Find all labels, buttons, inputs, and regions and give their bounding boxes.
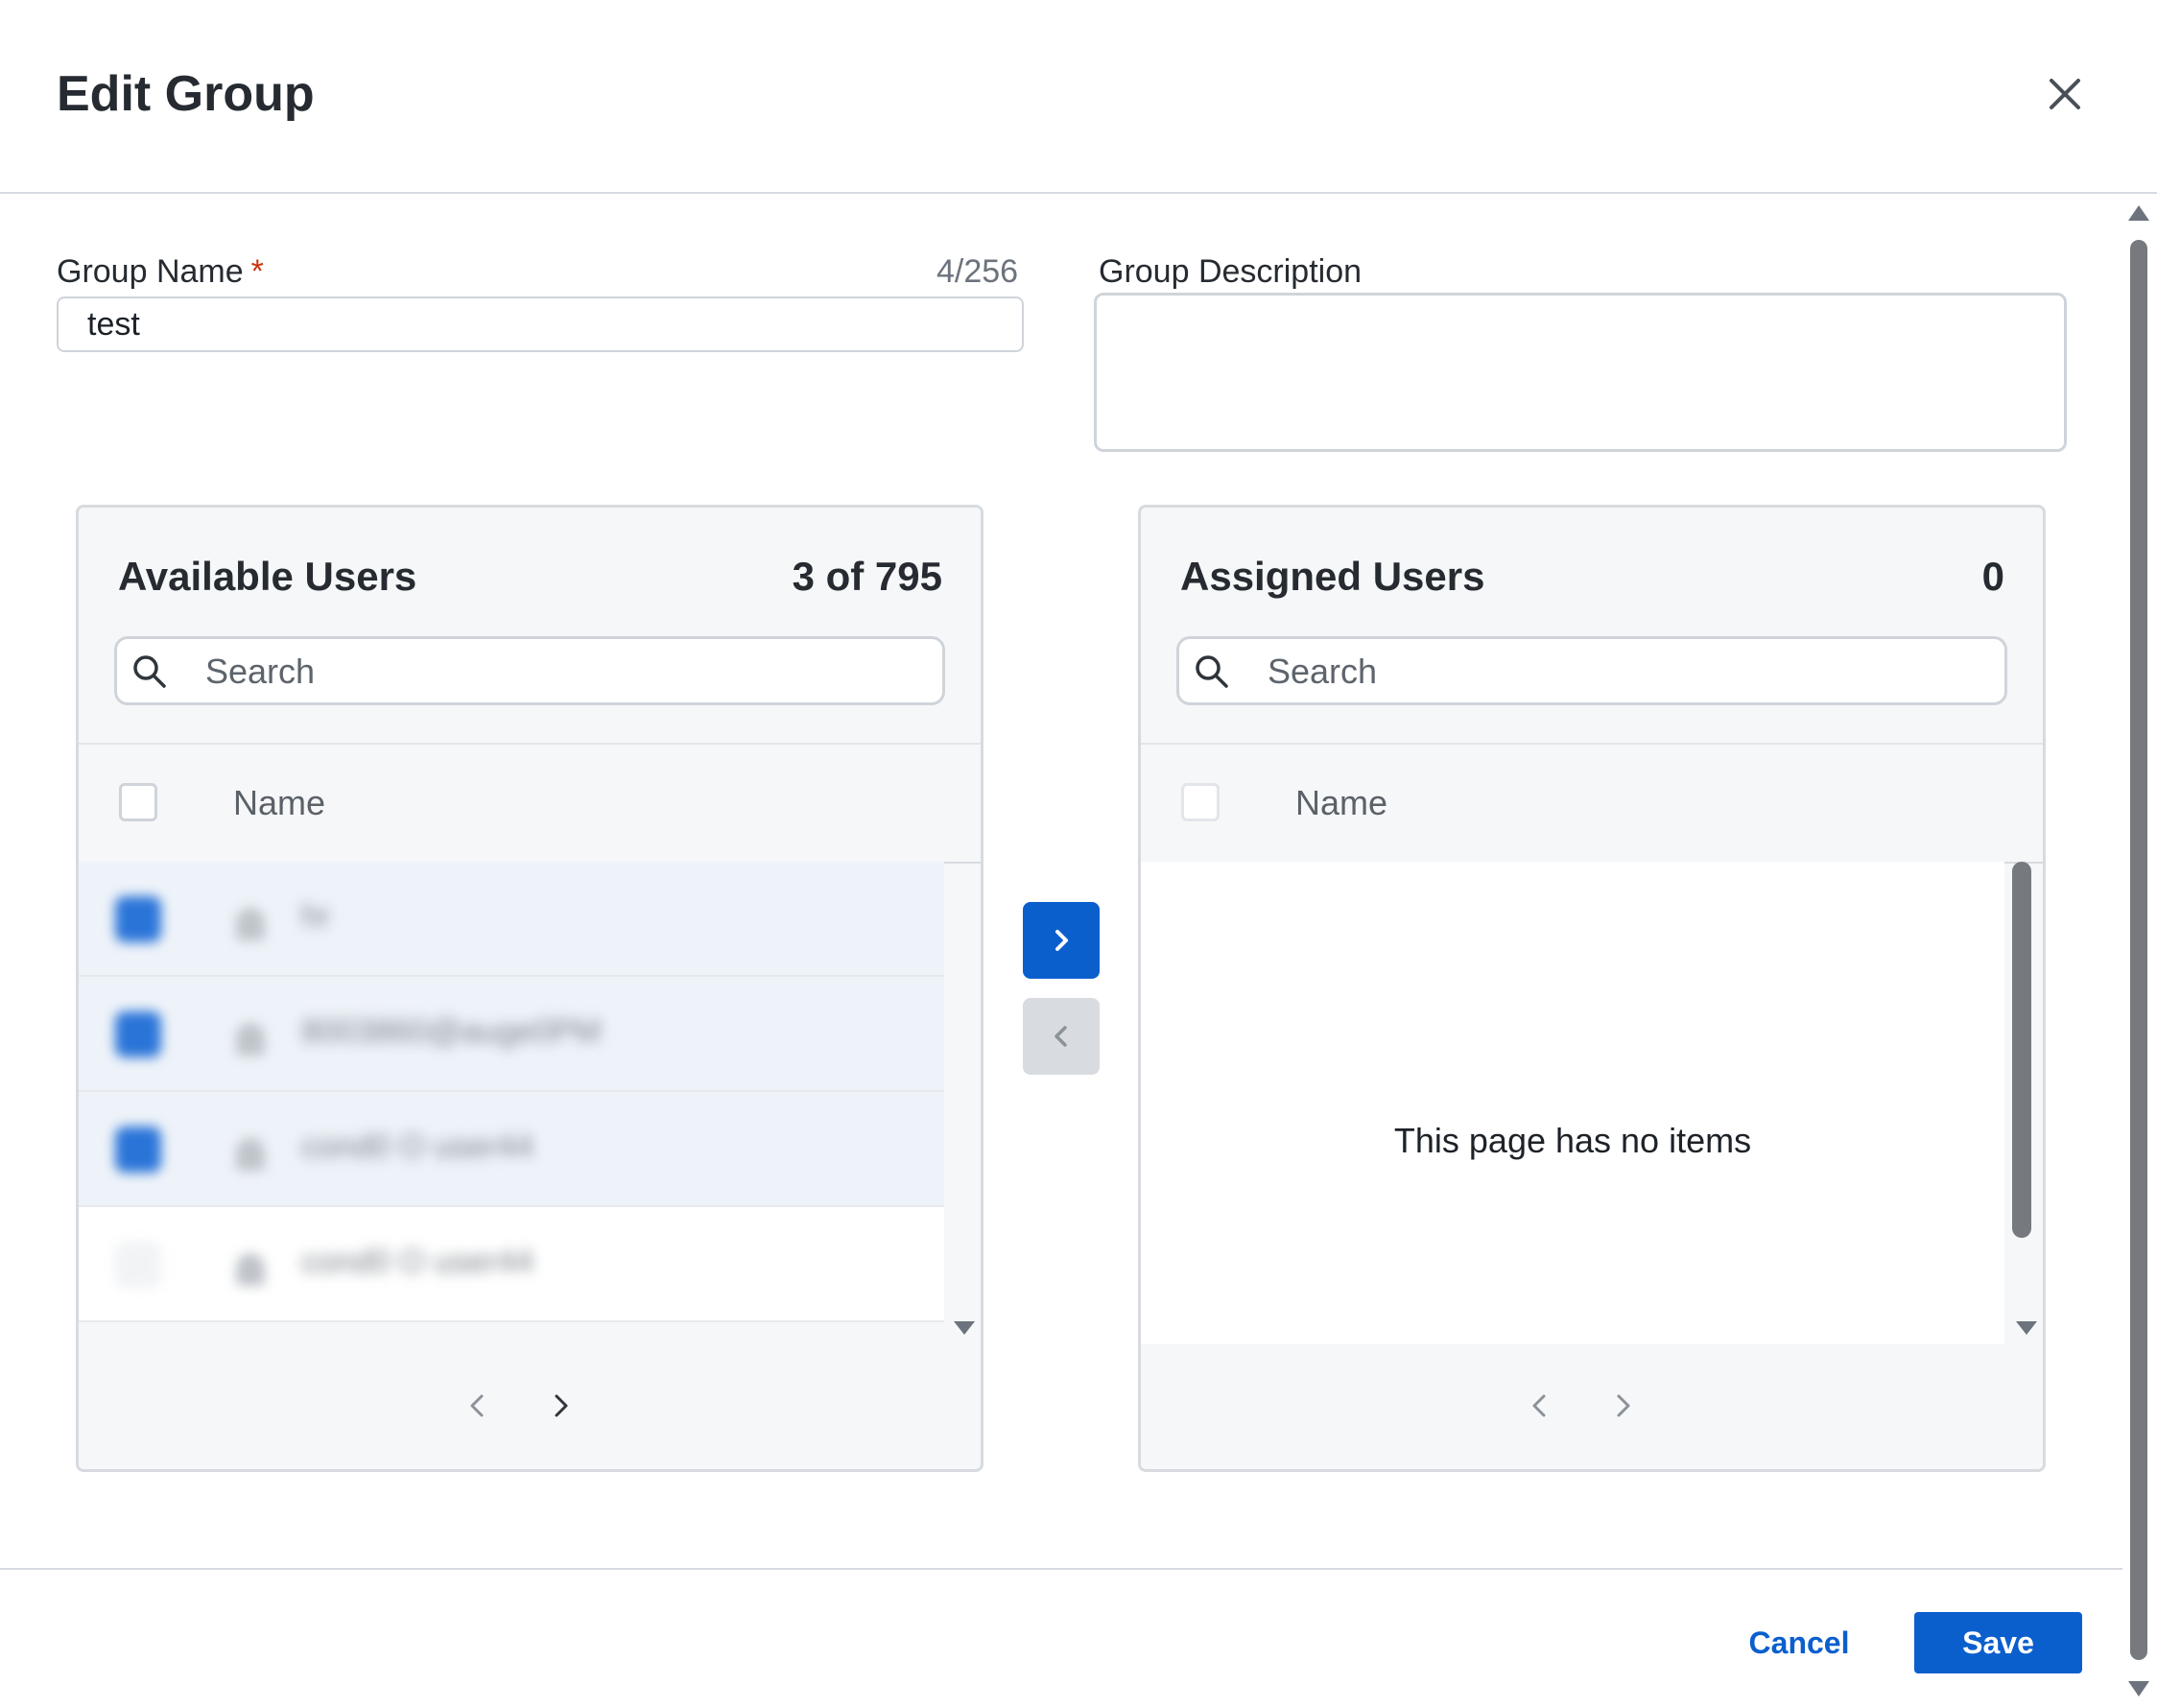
select-all-checkbox[interactable] xyxy=(119,783,157,821)
user-icon xyxy=(236,1253,265,1286)
table-row[interactable]: cond0 O user44 xyxy=(79,1207,944,1322)
save-button[interactable]: Save xyxy=(1914,1612,2082,1673)
assigned-users-table-header: Name xyxy=(1141,743,2043,864)
chevron-right-icon[interactable] xyxy=(547,1392,574,1419)
empty-message: This page has no items xyxy=(1393,1121,1752,1160)
scroll-down-icon[interactable] xyxy=(2016,1321,2037,1335)
available-users-pagination xyxy=(79,1344,981,1469)
scroll-down-icon[interactable] xyxy=(954,1321,975,1335)
scrollbar-thumb[interactable] xyxy=(2130,240,2147,1660)
assigned-users-count: 0 xyxy=(1981,554,2004,599)
move-to-available-button[interactable] xyxy=(1023,998,1100,1075)
available-users-search xyxy=(114,636,945,705)
chevron-right-icon xyxy=(1055,930,1068,951)
user-icon xyxy=(236,1023,265,1056)
dialog-title: Edit Group xyxy=(57,66,315,122)
assigned-users-title: Assigned Users xyxy=(1180,554,1485,599)
column-header-name[interactable]: Name xyxy=(1295,783,1387,823)
select-all-checkbox[interactable] xyxy=(1181,783,1220,821)
available-users-list: hr 8003860@auge0PM cond0 O user44 cond0 … xyxy=(79,862,944,1322)
scroll-down-icon[interactable] xyxy=(2128,1681,2149,1696)
available-users-table-header: Name xyxy=(79,743,981,864)
search-icon xyxy=(1196,655,1228,688)
close-icon[interactable] xyxy=(2040,69,2090,119)
available-users-title: Available Users xyxy=(118,554,417,599)
dialog-header: Edit Group xyxy=(0,0,2157,194)
group-name-counter: 4/256 xyxy=(936,253,1019,290)
chevron-right-icon[interactable] xyxy=(1609,1392,1636,1419)
row-checkbox[interactable] xyxy=(115,896,161,942)
available-users-panel: Available Users 3 of 795 Name hr 8003860… xyxy=(76,505,984,1472)
dialog-scrollbar[interactable] xyxy=(2128,202,2149,1696)
assigned-users-pagination xyxy=(1141,1344,2043,1469)
chevron-left-icon[interactable] xyxy=(464,1392,491,1419)
assigned-users-list: This page has no items xyxy=(1141,862,2031,1345)
user-name: 8003860@auge0PM xyxy=(301,1013,602,1050)
required-mark: * xyxy=(250,253,264,290)
group-description-input[interactable] xyxy=(1094,293,2067,452)
cancel-button[interactable]: Cancel xyxy=(1737,1612,1861,1673)
user-icon xyxy=(236,908,265,940)
user-icon xyxy=(236,1138,265,1171)
chevron-left-icon xyxy=(1055,1026,1067,1047)
row-checkbox[interactable] xyxy=(115,1242,161,1288)
scroll-up-icon[interactable] xyxy=(2128,205,2149,221)
assigned-users-search xyxy=(1176,636,2007,705)
available-users-count: 3 of 795 xyxy=(792,554,942,599)
row-checkbox[interactable] xyxy=(115,1011,161,1057)
group-description-label: Group Description xyxy=(1099,253,1363,290)
group-name-label-text: Group Name xyxy=(57,253,244,290)
user-name: hr xyxy=(301,898,331,935)
assigned-users-search-input[interactable] xyxy=(1266,643,1999,700)
table-row[interactable]: 8003860@auge0PM xyxy=(79,977,944,1092)
list-scrollbar[interactable] xyxy=(2012,862,2031,1238)
chevron-left-icon[interactable] xyxy=(1527,1392,1553,1419)
move-to-assigned-button[interactable] xyxy=(1023,902,1100,979)
row-checkbox[interactable] xyxy=(115,1127,161,1173)
column-header-name[interactable]: Name xyxy=(233,783,325,823)
table-row[interactable]: cond0 O user44 xyxy=(79,1092,944,1207)
group-name-label: Group Name * xyxy=(57,253,264,291)
edit-group-dialog: Edit Group Group Name* 4/256 Group Descr… xyxy=(0,0,2157,1708)
group-name-input[interactable] xyxy=(57,297,1024,352)
user-name: cond0 O user44 xyxy=(301,1128,533,1165)
footer-divider xyxy=(0,1568,2122,1570)
user-name: cond0 O user44 xyxy=(301,1244,533,1280)
assigned-users-panel: Assigned Users 0 Name This page has no i… xyxy=(1138,505,2046,1472)
available-users-search-input[interactable] xyxy=(203,643,936,700)
search-icon xyxy=(133,655,166,688)
table-row[interactable]: hr xyxy=(79,862,944,977)
